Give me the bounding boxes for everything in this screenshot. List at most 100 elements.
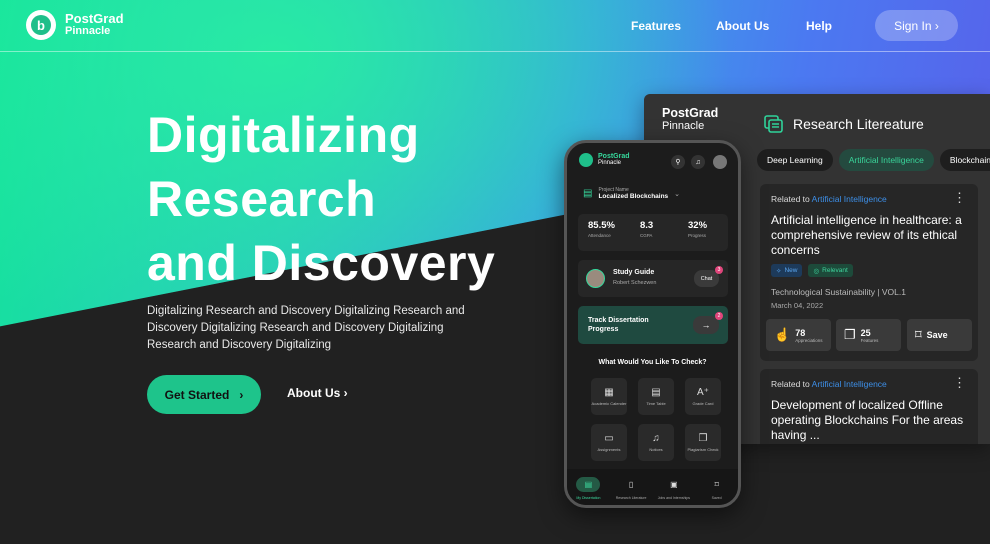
study-guide-title: Study Guide bbox=[613, 269, 655, 276]
new-badge-label: New bbox=[784, 267, 798, 274]
guide-name: Robert Schezwen bbox=[613, 280, 657, 286]
track-badge: 2 bbox=[715, 312, 723, 320]
track-title-line-2: Progress bbox=[588, 326, 619, 333]
hero-title-line-2: Research bbox=[147, 171, 377, 227]
grid-plagiarism-check[interactable]: ❐ Plagiarism Check bbox=[685, 424, 721, 461]
briefcase-icon: ▣ bbox=[670, 479, 678, 489]
related-topic-link[interactable]: Artificial Intelligence bbox=[812, 194, 887, 204]
tab-my-dissertation[interactable]: ▤ My Dissertation bbox=[568, 476, 608, 500]
bell-icon: ♫ bbox=[652, 433, 660, 444]
related-topic-link[interactable]: Artificial Intelligence bbox=[812, 379, 887, 389]
project-selector[interactable]: ▤ Project Name Localized Blockchains ⌄ bbox=[583, 187, 680, 200]
sign-in-button[interactable]: Sign In › bbox=[875, 10, 958, 41]
cgpa-label: CGPA bbox=[640, 233, 653, 238]
tab-label: My Dissertation bbox=[576, 495, 601, 500]
tab-saved[interactable]: ⌑ Saved bbox=[697, 477, 737, 500]
user-icon: ◎ bbox=[813, 267, 820, 275]
related-label: Related to Artificial Intelligence bbox=[771, 379, 887, 389]
relevant-badge: ◎ Relevant bbox=[808, 264, 853, 277]
phone-tab-bar: ▤ My Dissertation ▯ Research Literature ▣ J… bbox=[567, 469, 738, 505]
progress-value: 32% bbox=[688, 220, 708, 231]
literature-card[interactable]: Related to Artificial Intelligence ⋮ Dev… bbox=[760, 369, 978, 444]
dissertation-icon: ▤ bbox=[576, 476, 601, 492]
grid-label: Assignments bbox=[597, 447, 621, 452]
nav-features[interactable]: Features bbox=[631, 19, 681, 33]
phone-brand: PostGrad bbox=[598, 153, 630, 160]
panel-brand-sub: Pinnacle bbox=[662, 120, 705, 132]
get-started-button[interactable]: Get Started › bbox=[147, 375, 261, 414]
book-icon: ▭ bbox=[604, 433, 614, 444]
grid-assignments[interactable]: ▭ Assignments bbox=[591, 424, 627, 461]
grid-label: Time Table bbox=[646, 401, 666, 406]
hero-subtitle: Digitalizing Research and Discovery Digi… bbox=[147, 305, 465, 351]
nav-divider bbox=[0, 51, 990, 52]
brand-logo[interactable]: b PostGrad Pinnacle bbox=[26, 10, 124, 40]
clap-icon: ☝ bbox=[774, 327, 791, 342]
panel-brand: PostGrad bbox=[662, 106, 719, 120]
bookmark-icon: ⌑ bbox=[714, 479, 719, 489]
grid-label: Notices bbox=[649, 447, 663, 452]
tab-jobs-internships[interactable]: ▣ Jobs and Internships bbox=[654, 477, 694, 500]
cgpa-value: 8.3 bbox=[640, 220, 654, 231]
tab-label: Jobs and Internships bbox=[657, 495, 691, 500]
chat-badge: 3 bbox=[715, 266, 723, 274]
nav-about-us[interactable]: About Us bbox=[716, 19, 769, 33]
book-icon: ▯ bbox=[628, 479, 634, 489]
literature-icon bbox=[764, 115, 783, 133]
study-guide-card[interactable]: Study Guide Robert Schezwen Chat 3 bbox=[578, 260, 728, 297]
project-icon: ▤ bbox=[583, 188, 593, 199]
grid-academic-calender[interactable]: ▦ Academic Calender bbox=[591, 378, 627, 415]
tab-research-literature[interactable]: ▯ Research Literature bbox=[611, 477, 651, 500]
appreciations-label: Appreciations bbox=[795, 337, 823, 343]
card-source: Technological Sustainability | VOL.1 bbox=[771, 287, 906, 297]
search-icon[interactable]: ⚲ bbox=[671, 155, 685, 169]
attendance-value: 85.5% bbox=[588, 220, 615, 231]
chip-deep-learning[interactable]: Deep Learning bbox=[757, 149, 833, 171]
appreciations-button[interactable]: ☝ 78 Appreciations bbox=[766, 319, 831, 351]
get-started-label: Get Started bbox=[164, 387, 230, 402]
related-prefix: Related to bbox=[771, 194, 810, 204]
grid-label: Academic Calender bbox=[591, 401, 627, 406]
calendar-icon: ▦ bbox=[604, 387, 614, 398]
phone-logo-icon bbox=[579, 153, 593, 167]
comments-icon: ❐ bbox=[844, 327, 856, 342]
panel-title: Research Litereature bbox=[793, 116, 924, 132]
avatar[interactable] bbox=[713, 155, 727, 169]
chip-artificial-intelligence[interactable]: Artificial Intelligence bbox=[838, 149, 934, 171]
phone-mockup: PostGrad Pinnacle ⚲ ♫ ▤ Project Name Loc… bbox=[564, 140, 741, 508]
grid-label: Plagiarism Check bbox=[687, 447, 719, 452]
hero-title: Digitalizing Research and Discovery bbox=[147, 103, 495, 295]
check-question: What Would You Like To Check? bbox=[598, 359, 707, 366]
card-title[interactable]: Artificial intelligence in healthcare: a… bbox=[771, 213, 978, 258]
appreciations-count: 78 bbox=[795, 327, 806, 338]
save-label: Save bbox=[926, 330, 948, 340]
relevant-badge-label: Relevant bbox=[822, 267, 848, 274]
save-button[interactable]: ⌑ Save bbox=[907, 319, 972, 351]
project-stats: 85.5% Attendance 8.3 CGPA 32% Progress bbox=[578, 214, 728, 251]
grid-grade-card[interactable]: A⁺ Grade Card bbox=[685, 378, 721, 415]
more-options-icon[interactable]: ⋮ bbox=[953, 375, 966, 391]
grade-icon: A⁺ bbox=[697, 387, 709, 398]
card-title[interactable]: Development of localized Offline operati… bbox=[771, 398, 978, 443]
about-us-link[interactable]: About Us › bbox=[287, 386, 348, 400]
table-icon: ▤ bbox=[651, 387, 661, 398]
grid-time-table[interactable]: ▤ Time Table bbox=[638, 378, 674, 415]
track-title-line-1: Track Dissertation bbox=[588, 317, 649, 324]
bell-icon[interactable]: ♫ bbox=[691, 155, 705, 169]
grid-notices[interactable]: ♫ Notices bbox=[638, 424, 674, 461]
nav-help[interactable]: Help bbox=[806, 19, 832, 33]
more-options-icon[interactable]: ⋮ bbox=[953, 190, 966, 206]
chevron-right-icon: › bbox=[239, 387, 244, 402]
literature-card[interactable]: Related to Artificial Intelligence ⋮ Art… bbox=[760, 184, 978, 361]
project-name: Localized Blockchains bbox=[598, 193, 669, 200]
grid-label: Grade Card bbox=[692, 401, 714, 406]
related-label: Related to Artificial Intelligence bbox=[771, 194, 887, 204]
features-label: Features bbox=[860, 337, 879, 343]
hero-title-line-3: and Discovery bbox=[147, 235, 496, 291]
track-dissertation-card[interactable]: Track Dissertation Progress → 2 bbox=[578, 306, 728, 344]
tab-label: Saved bbox=[711, 495, 722, 500]
attendance-label: Attendance bbox=[588, 233, 611, 238]
chip-blockchain[interactable]: Blockchain bbox=[939, 149, 990, 171]
chevron-down-icon: ⌄ bbox=[674, 190, 681, 198]
features-button[interactable]: ❐ 25 Features bbox=[836, 319, 901, 351]
